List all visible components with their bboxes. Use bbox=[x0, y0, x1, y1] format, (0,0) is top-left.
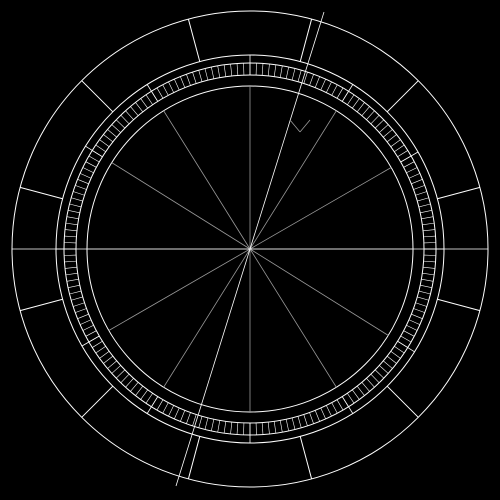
natal-chart-wheel bbox=[0, 0, 500, 500]
